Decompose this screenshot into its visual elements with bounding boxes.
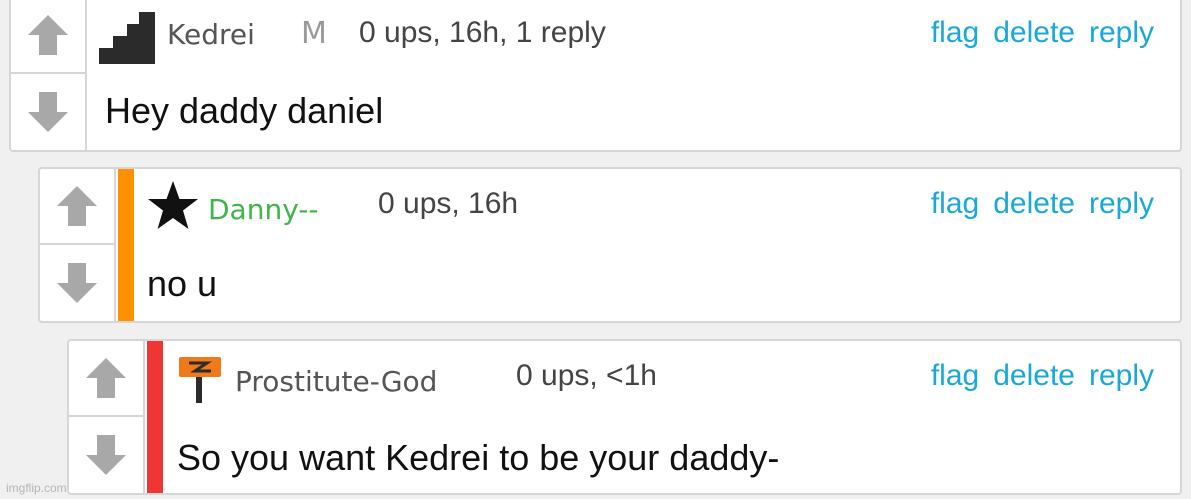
comment-danny: Danny-- 0 ups, 16h flag delete reply no u (38, 167, 1182, 323)
reply-link[interactable]: reply (1089, 16, 1154, 49)
delete-link[interactable]: delete (993, 16, 1075, 49)
downvote-button[interactable] (11, 74, 85, 150)
comment-prostitute-god: Prostitute-God 0 ups, <1h flag delete repl… (67, 339, 1182, 495)
star-icon (148, 181, 198, 229)
comment-meta: 0 ups, 16h, 1 reply (359, 16, 606, 49)
delete-link[interactable]: delete (993, 187, 1075, 220)
comment-actions: flag delete reply (917, 359, 1154, 393)
down-arrow-icon (86, 435, 126, 475)
flag-link[interactable]: flag (931, 359, 979, 392)
comment-meta: 0 ups, <1h (516, 359, 657, 392)
comment-actions: flag delete reply (917, 187, 1154, 221)
reply-link[interactable]: reply (1089, 187, 1154, 220)
stairs-icon (99, 12, 155, 64)
comment-body: So you want Kedrei to be your daddy- (177, 437, 780, 478)
down-arrow-icon (28, 92, 68, 132)
downvote-button[interactable] (40, 245, 114, 321)
flag-link[interactable]: flag (931, 187, 979, 220)
username[interactable]: Danny-- (208, 193, 319, 226)
comment-body: no u (147, 263, 218, 304)
down-arrow-icon (57, 263, 97, 303)
comment-header: Prostitute-God 0 ups, <1h flag delete repl… (69, 341, 1180, 413)
delete-link[interactable]: delete (993, 359, 1075, 392)
comment-body: Hey daddy daniel (105, 90, 384, 131)
comment-kedrei: Kedrei M 0 ups, 16h, 1 reply flag delete r… (9, 0, 1182, 152)
flag-link[interactable]: flag (931, 16, 979, 49)
username[interactable]: Kedrei (167, 18, 255, 51)
downvote-button[interactable] (69, 417, 143, 493)
comment-actions: flag delete reply (917, 16, 1154, 50)
comment-header: Danny-- 0 ups, 16h flag delete reply (40, 169, 1180, 241)
username[interactable]: Prostitute-God (235, 365, 437, 398)
watermark: imgflip.com (6, 481, 67, 495)
comment-meta: 0 ups, 16h (378, 187, 519, 220)
user-gender-tag: M (301, 16, 327, 51)
reply-link[interactable]: reply (1089, 359, 1154, 392)
signpost-icon (179, 357, 221, 403)
comment-header: Kedrei M 0 ups, 16h, 1 reply flag delete r… (11, 0, 1180, 70)
